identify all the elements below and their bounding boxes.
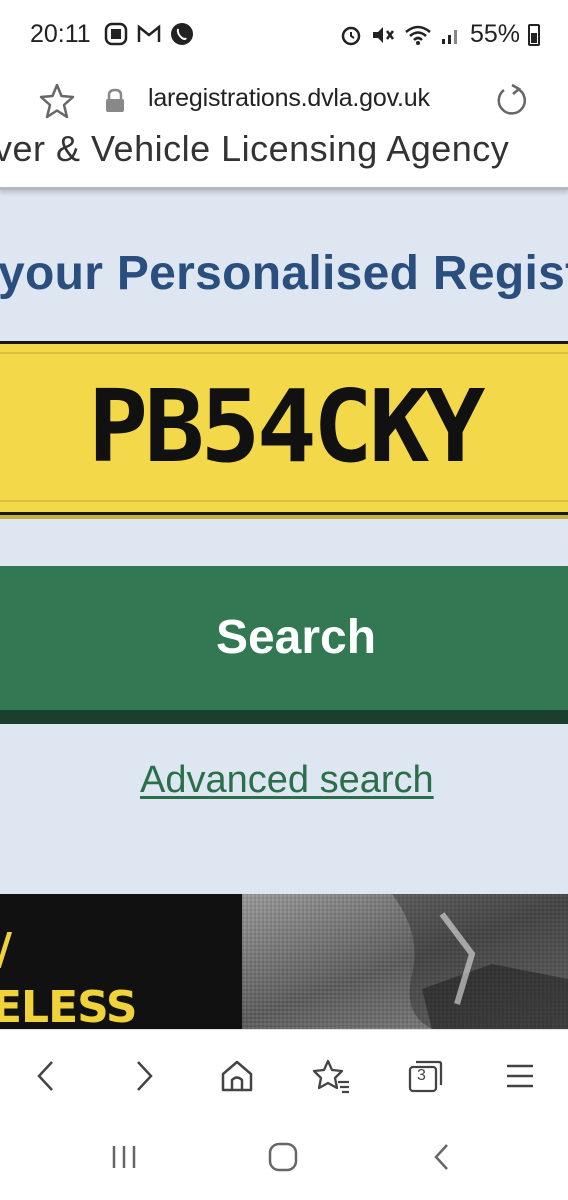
mute-icon xyxy=(372,26,394,43)
banner-image xyxy=(242,894,568,1029)
status-time: 20:11 xyxy=(30,20,91,48)
url-text[interactable]: laregistrations.dvla.gov.uk xyxy=(148,84,430,113)
search-button-label: Search xyxy=(215,611,377,664)
back-icon[interactable] xyxy=(26,1056,66,1096)
registration-plate-input[interactable]: PB54CKY xyxy=(0,341,568,515)
banner-text-panel: / ELESS xyxy=(0,894,242,1029)
whatsapp-icon xyxy=(171,23,193,45)
reload-icon[interactable] xyxy=(492,82,530,120)
agency-name: ver & Vehicle Licensing Agency xyxy=(0,134,510,169)
menu-icon[interactable] xyxy=(500,1056,540,1096)
gmail-icon xyxy=(137,24,161,42)
signal-icon xyxy=(441,29,457,44)
agency-header: ver & Vehicle Licensing Agency xyxy=(0,134,568,190)
bookmark-star-icon[interactable] xyxy=(38,82,76,120)
system-nav-bar xyxy=(0,1117,568,1200)
system-icons: 55% xyxy=(340,20,540,49)
advanced-search-link[interactable]: Advanced search xyxy=(140,759,434,802)
lock-icon xyxy=(106,88,124,112)
tab-count: 3 xyxy=(417,1067,426,1084)
wifi-icon xyxy=(405,25,431,45)
bookmarks-icon[interactable] xyxy=(311,1056,351,1096)
web-page: ver & Vehicle Licensing Agency your Pers… xyxy=(0,134,568,1029)
alarm-icon xyxy=(341,26,361,45)
plate-value[interactable]: PB54CKY xyxy=(88,368,485,485)
browser-toolbar: 3 xyxy=(0,1029,568,1117)
banner-text-bottom: ELESS xyxy=(0,982,138,1029)
forward-icon[interactable] xyxy=(124,1056,164,1096)
url-bar[interactable]: laregistrations.dvla.gov.uk xyxy=(0,70,568,134)
tabs-icon[interactable]: 3 xyxy=(405,1056,445,1096)
home-icon[interactable] xyxy=(217,1056,257,1096)
notification-icons xyxy=(104,22,194,46)
page-title: your Personalised Regist xyxy=(0,247,568,300)
home-button-icon[interactable] xyxy=(263,1137,303,1177)
battery-icon xyxy=(528,23,540,46)
slack-icon xyxy=(104,22,128,46)
status-bar: 20:11 55% xyxy=(0,0,568,70)
search-button[interactable]: Search xyxy=(0,566,568,724)
banner-text-top: / xyxy=(0,924,12,975)
recent-apps-icon[interactable] xyxy=(104,1137,144,1177)
battery-percent: 55% xyxy=(469,20,520,48)
banner-photo-shapes xyxy=(392,894,568,1029)
system-back-icon[interactable] xyxy=(422,1137,462,1177)
promo-banner[interactable]: / ELESS xyxy=(0,894,568,1029)
